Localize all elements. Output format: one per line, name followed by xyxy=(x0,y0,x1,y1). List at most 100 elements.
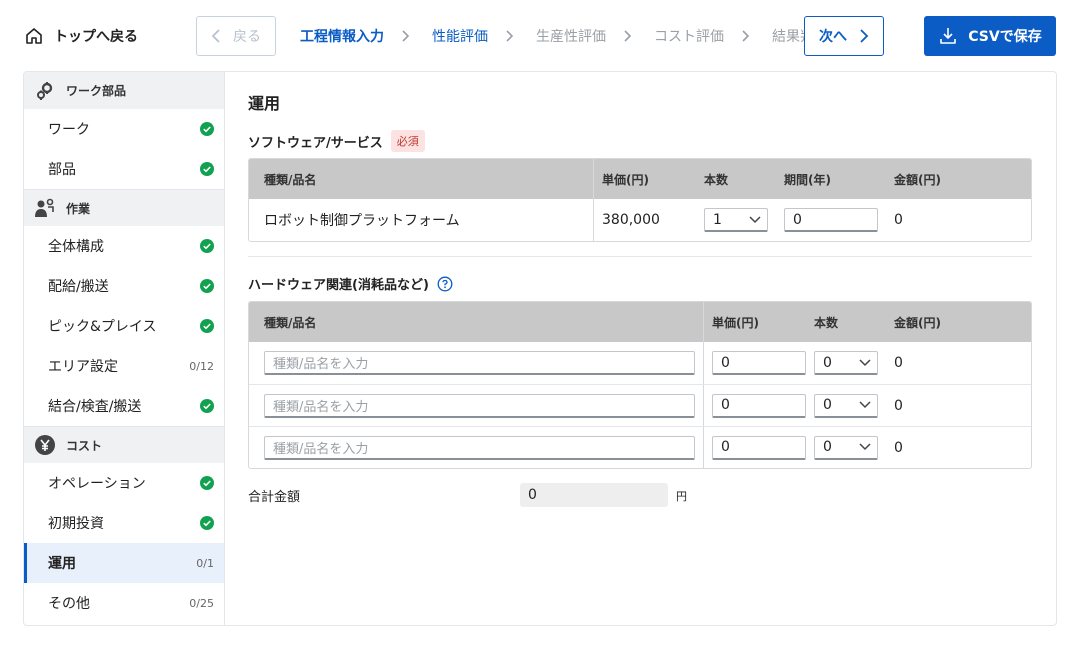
progress-count: 0/12 xyxy=(189,359,214,373)
sidebar-item-label: 運用 xyxy=(48,556,76,572)
step-productivity: 生産性評価 xyxy=(536,29,606,45)
col-header-amount: 金額(円) xyxy=(894,315,941,330)
software-amount: 0 xyxy=(894,212,903,228)
table-row: ロボット制御プラットフォーム 380,000 1 0 0 xyxy=(249,199,1031,241)
qty-select[interactable]: 1 xyxy=(704,208,768,232)
sidebar-group-cost: コスト xyxy=(24,426,224,463)
sidebar-item-overall[interactable]: 全体構成 xyxy=(24,226,224,266)
software-name: ロボット制御プラットフォーム xyxy=(249,199,594,241)
hardware-table: 種類/品名 単価(円) 本数 金額(円) 種類/品名を入力 0 0 0 種類/品… xyxy=(248,301,1032,469)
period-input[interactable]: 0 xyxy=(784,208,878,232)
step-breadcrumb: 工程情報入力 性能評価 生産性評価 コスト評価 結果判定 xyxy=(300,24,828,48)
sidebar-item-operation[interactable]: オペレーション xyxy=(24,463,224,503)
check-circle-icon xyxy=(200,476,214,490)
col-header-price: 単価(円) xyxy=(712,315,759,330)
prev-button[interactable]: 戻る xyxy=(196,16,276,56)
hardware-label: ハードウェア関連(消耗品など) xyxy=(248,278,429,293)
help-icon[interactable] xyxy=(437,276,453,292)
chevron-down-icon xyxy=(749,215,761,223)
prev-label: 戻る xyxy=(233,29,261,45)
row-amount: 0 xyxy=(894,397,903,414)
chevron-right-icon xyxy=(624,30,636,42)
sidebar-item-join-inspect[interactable]: 結合/検査/搬送 xyxy=(24,386,224,426)
sidebar-item-work[interactable]: ワーク xyxy=(24,109,224,149)
item-name-input[interactable]: 種類/品名を入力 xyxy=(264,393,695,418)
sidebar-item-label: 初期投資 xyxy=(48,516,104,532)
table-header: 種類/品名 単価(円) 本数 期間(年) 金額(円) xyxy=(249,159,1031,199)
price-input[interactable]: 0 xyxy=(712,393,806,418)
chevron-down-icon xyxy=(859,443,871,451)
next-button[interactable]: 次へ xyxy=(804,16,884,56)
check-circle-icon xyxy=(200,122,214,136)
check-circle-icon xyxy=(200,239,214,253)
csv-save-button[interactable]: CSVで保存 xyxy=(924,16,1056,56)
price-input[interactable]: 0 xyxy=(712,435,806,460)
sidebar-item-initial-investment[interactable]: 初期投資 xyxy=(24,503,224,543)
price-input[interactable]: 0 xyxy=(712,351,806,375)
check-circle-icon xyxy=(200,319,214,333)
sidebar-item-pick-place[interactable]: ピック&プレイス xyxy=(24,306,224,346)
col-header-price: 単価(円) xyxy=(602,172,649,187)
section-divider xyxy=(248,256,1032,257)
item-name-input[interactable]: 種類/品名を入力 xyxy=(264,435,695,460)
qty-value: 1 xyxy=(713,211,722,228)
step-performance[interactable]: 性能評価 xyxy=(432,26,488,46)
sidebar-item-supply-transport[interactable]: 配給/搬送 xyxy=(24,266,224,306)
table-row: 種類/品名を入力 0 0 0 xyxy=(249,384,1031,426)
home-icon xyxy=(26,28,42,44)
sidebar-item-label: その他 xyxy=(48,596,90,612)
col-header-qty: 本数 xyxy=(814,315,839,330)
csv-save-label: CSVで保存 xyxy=(968,29,1042,45)
qty-value: 0 xyxy=(823,397,832,413)
sidebar-item-running[interactable]: 運用 0/1 xyxy=(24,543,224,583)
sidebar-group-tasks: 作業 xyxy=(24,189,224,226)
sidebar-item-label: 結合/検査/搬送 xyxy=(48,399,142,415)
software-section-label: ソフトウェア/サービス 必須 xyxy=(248,130,425,152)
sidebar-group-label: コスト xyxy=(66,438,103,453)
sidebar-item-other[interactable]: その他 0/25 xyxy=(24,583,224,623)
col-header-period: 期間(年) xyxy=(784,172,831,187)
sidebar-group-work-parts: ワーク部品 xyxy=(24,72,224,109)
sidebar: ワーク部品 ワーク 部品 作業 全体構成 配給/搬送 ピック&プレイス エリア設… xyxy=(24,72,225,625)
row-amount: 0 xyxy=(894,439,903,456)
table-row: 種類/品名を入力 0 0 0 xyxy=(249,342,1031,384)
total-value: 0 xyxy=(520,483,668,507)
chevron-right-icon xyxy=(860,29,869,43)
sidebar-item-label: 配給/搬送 xyxy=(48,279,109,295)
progress-count: 0/25 xyxy=(189,596,214,610)
row-amount: 0 xyxy=(894,355,903,371)
col-header-qty: 本数 xyxy=(704,172,729,187)
sidebar-item-label: 全体構成 xyxy=(48,239,104,255)
download-icon xyxy=(940,28,957,44)
step-cost: コスト評価 xyxy=(654,29,724,45)
chevron-right-icon xyxy=(742,30,754,42)
qty-value: 0 xyxy=(823,439,832,455)
sidebar-item-area-settings[interactable]: エリア設定 0/12 xyxy=(24,346,224,386)
table-header: 種類/品名 単価(円) 本数 金額(円) xyxy=(249,302,1031,342)
sidebar-item-label: 部品 xyxy=(48,162,76,178)
sidebar-item-label: ピック&プレイス xyxy=(48,319,157,335)
check-circle-icon xyxy=(200,162,214,176)
qty-select[interactable]: 0 xyxy=(814,393,878,418)
item-name-input[interactable]: 種類/品名を入力 xyxy=(264,351,695,375)
back-to-top-link[interactable]: トップへ戻る xyxy=(24,24,138,48)
back-to-top-label: トップへ戻る xyxy=(54,29,138,45)
check-circle-icon xyxy=(200,279,214,293)
required-badge: 必須 xyxy=(390,130,425,152)
table-row: 種類/品名を入力 0 0 0 xyxy=(249,426,1031,468)
step-process-input[interactable]: 工程情報入力 xyxy=(300,26,384,46)
total-unit: 円 xyxy=(676,490,687,503)
qty-value: 0 xyxy=(823,354,832,371)
col-header-name: 種類/品名 xyxy=(249,159,594,199)
sidebar-item-parts[interactable]: 部品 xyxy=(24,149,224,189)
qty-select[interactable]: 0 xyxy=(814,351,878,375)
software-price: 380,000 xyxy=(602,212,660,228)
qty-select[interactable]: 0 xyxy=(814,435,878,460)
main-frame: ワーク部品 ワーク 部品 作業 全体構成 配給/搬送 ピック&プレイス エリア設… xyxy=(23,71,1057,626)
page-title: 運用 xyxy=(248,94,281,113)
next-label: 次へ xyxy=(819,29,847,45)
chevron-down-icon xyxy=(859,401,871,409)
chevron-left-icon xyxy=(211,29,220,43)
gears-icon xyxy=(34,80,56,102)
check-circle-icon xyxy=(200,399,214,413)
